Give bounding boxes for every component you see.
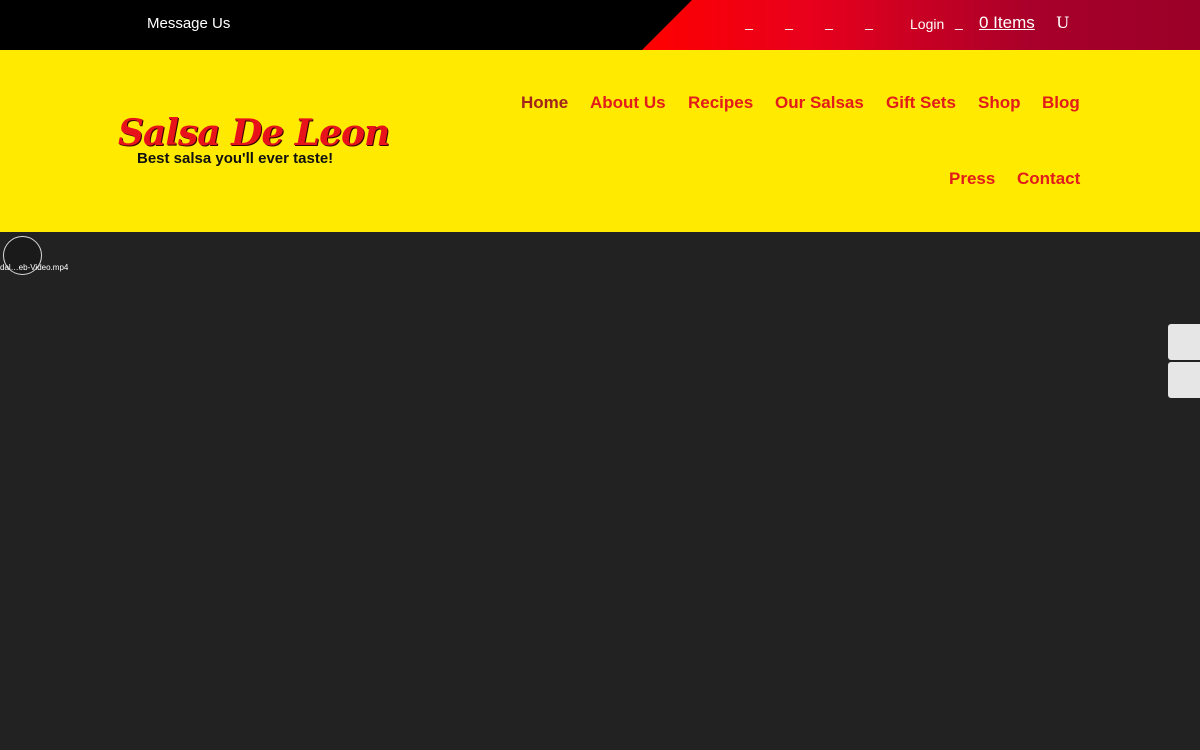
youtube-icon[interactable]: _ <box>862 14 876 30</box>
cart-icon[interactable]: _ <box>955 14 963 30</box>
nav-contact[interactable]: Contact <box>1017 169 1080 189</box>
cart-items-link[interactable]: 0 Items <box>979 13 1035 33</box>
side-tab-2[interactable] <box>1168 362 1200 398</box>
nav-shop[interactable]: Shop <box>978 93 1021 113</box>
login-link[interactable]: Login <box>910 16 944 32</box>
nav-home[interactable]: Home <box>521 93 568 113</box>
instagram-icon[interactable]: _ <box>822 14 836 30</box>
nav-recipes[interactable]: Recipes <box>688 93 753 113</box>
nav-gift-sets[interactable]: Gift Sets <box>886 93 956 113</box>
message-us-link[interactable]: Message Us <box>147 15 230 32</box>
side-tab-1[interactable] <box>1168 324 1200 360</box>
nav-press[interactable]: Press <box>949 169 995 189</box>
logo-tagline: Best salsa you'll ever taste! <box>137 150 334 167</box>
top-bar: Message Us _ _ _ _ Login _ 0 Items U <box>0 0 1200 50</box>
nav-about-us[interactable]: About Us <box>590 93 666 113</box>
facebook-icon[interactable]: _ <box>742 14 756 30</box>
nav-our-salsas[interactable]: Our Salsas <box>775 93 864 113</box>
hero-video[interactable] <box>0 232 1200 750</box>
logo-title: Salsa De Leon <box>118 112 390 154</box>
video-file-name: dal…eb-Video.mp4 <box>0 263 69 272</box>
nav-blog[interactable]: Blog <box>1042 93 1080 113</box>
twitter-icon[interactable]: _ <box>782 14 796 30</box>
site-logo[interactable]: Salsa De Leon Best salsa you'll ever tas… <box>118 112 390 172</box>
site-header: Salsa De Leon Best salsa you'll ever tas… <box>0 50 1200 232</box>
user-account-icon[interactable]: U <box>1056 13 1069 32</box>
